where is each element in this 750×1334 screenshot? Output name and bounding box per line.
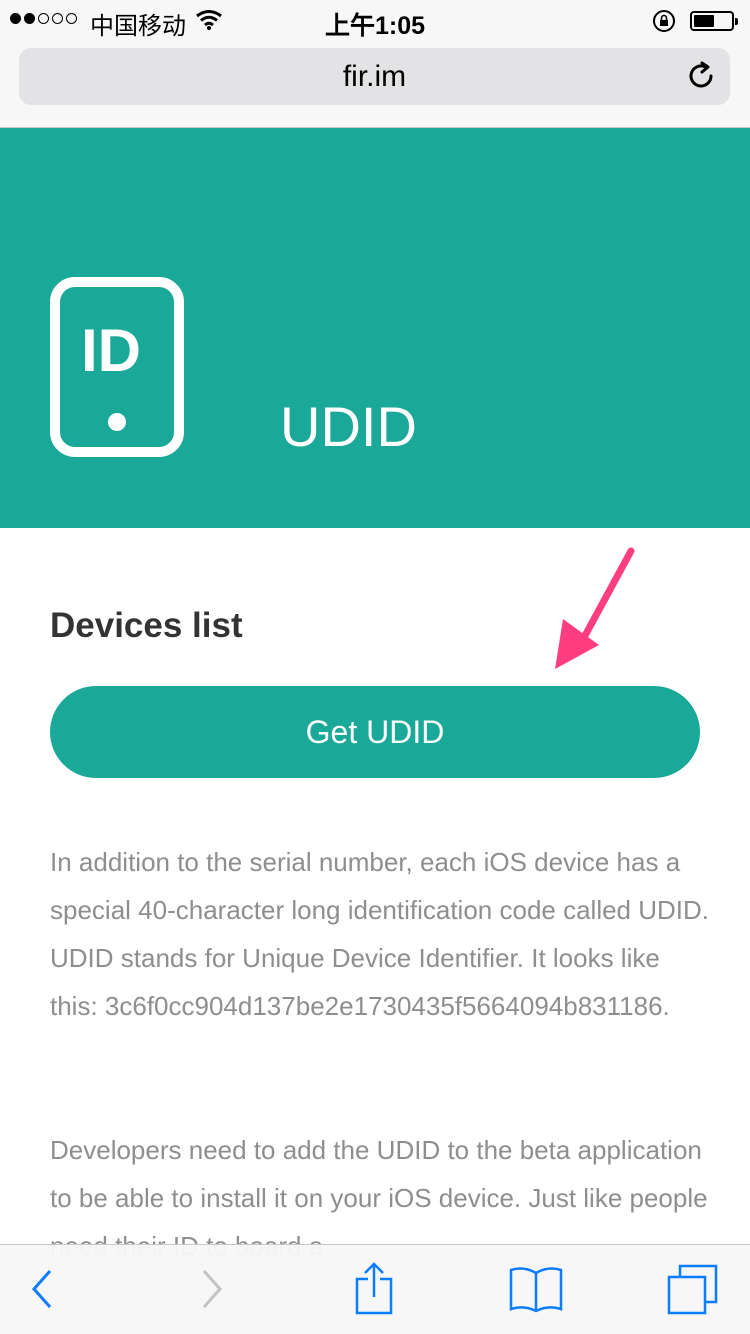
tabs-icon[interactable]	[666, 1263, 720, 1317]
hero-title: UDID	[280, 395, 417, 458]
hero-banner: ID UDID	[0, 128, 750, 528]
status-bar: 中国移动 上午1:05	[0, 0, 750, 40]
address-bar[interactable]: fir.im	[19, 48, 730, 105]
back-icon[interactable]	[30, 1267, 56, 1311]
id-icon-label: ID	[81, 317, 141, 384]
share-icon[interactable]	[352, 1261, 396, 1315]
pointer-arrow-icon	[555, 547, 635, 669]
get-udid-button[interactable]: Get UDID	[50, 686, 700, 778]
devices-list-heading: Devices list	[50, 606, 243, 645]
bookmarks-icon[interactable]	[508, 1265, 564, 1313]
status-time: 上午1:05	[324, 12, 426, 40]
browser-address-area: fir.im	[0, 40, 750, 128]
battery-icon	[690, 11, 738, 31]
url-text[interactable]: fir.im	[19, 60, 730, 94]
udid-description-paragraph: In addition to the serial number, each i…	[50, 847, 710, 1021]
forward-icon[interactable]	[198, 1267, 224, 1311]
browser-toolbar	[0, 1244, 750, 1334]
reload-icon[interactable]	[686, 61, 716, 91]
rotation-lock-icon	[653, 10, 675, 32]
